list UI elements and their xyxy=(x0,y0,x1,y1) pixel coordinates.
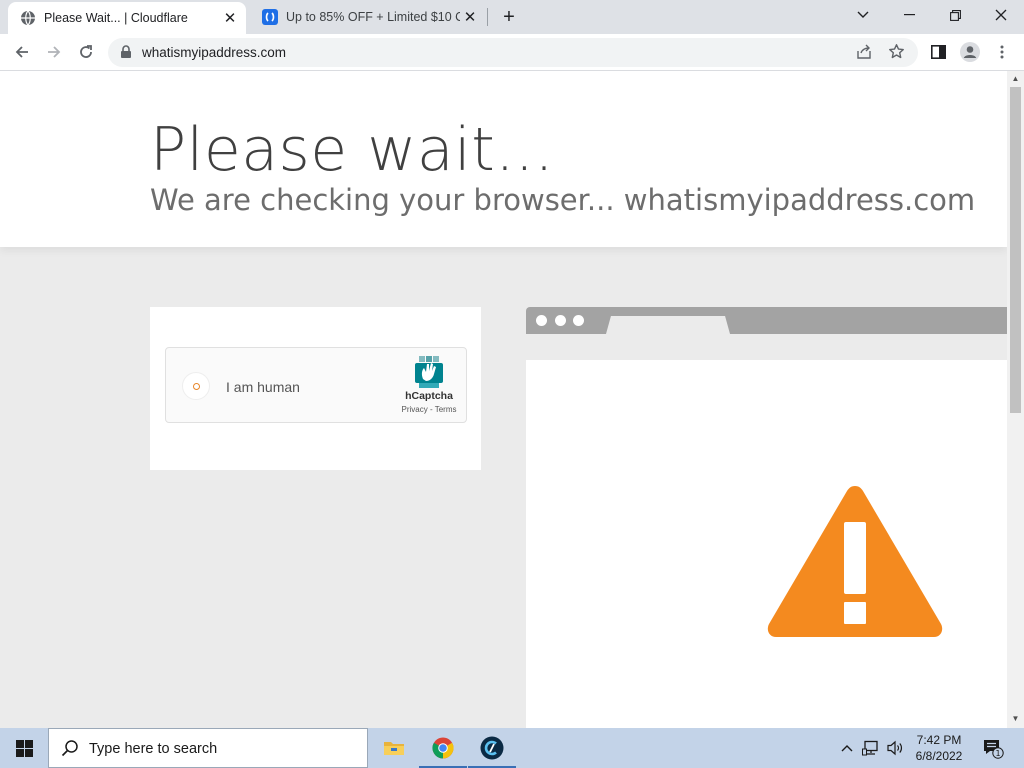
loading-ring-icon xyxy=(192,382,200,390)
illustration-dot xyxy=(536,315,547,326)
browser-toolbar: whatismyipaddress.com xyxy=(0,34,1024,71)
network-icon xyxy=(862,740,878,756)
captcha-label[interactable]: I am human xyxy=(226,379,300,395)
taskbar-search-box[interactable]: Type here to search xyxy=(48,728,368,768)
chrome-icon xyxy=(432,737,454,759)
hcaptcha-widget[interactable]: I am human hCaptcha Privacy - Terms xyxy=(165,347,467,423)
side-panel-button[interactable] xyxy=(924,38,952,66)
bookmark-star-icon[interactable] xyxy=(888,43,905,60)
clock-date: 6/8/2022 xyxy=(915,749,963,763)
folder-icon xyxy=(384,742,404,755)
browser-illustration xyxy=(526,307,1007,728)
illustration-toolbar xyxy=(526,334,1007,360)
windows-logo-icon xyxy=(15,739,33,757)
illustration-dot xyxy=(573,315,584,326)
hcaptcha-brand: hCaptcha xyxy=(405,390,453,402)
scroll-up-arrow-icon[interactable]: ▲ xyxy=(1011,74,1020,83)
chrome-taskbar-button[interactable] xyxy=(419,728,467,768)
volume-button[interactable] xyxy=(884,728,906,768)
share-icon[interactable] xyxy=(856,44,872,60)
illustration-dot xyxy=(555,315,566,326)
page-subtitle: We are checking your browser... whatismy… xyxy=(150,183,976,217)
captcha-card: I am human hCaptcha Privacy - Terms xyxy=(150,307,481,470)
profile-avatar-icon xyxy=(960,42,980,62)
chevron-up-icon xyxy=(841,745,853,752)
address-bar[interactable]: whatismyipaddress.com xyxy=(108,38,918,67)
close-window-button[interactable] xyxy=(978,0,1024,30)
lock-icon[interactable] xyxy=(120,45,132,59)
page-scrollbar[interactable]: ▲ ▼ xyxy=(1007,71,1024,728)
tab-strip: Please Wait... | Cloudflare ✕ Up to 85% … xyxy=(0,0,1024,34)
warning-triangle-icon xyxy=(767,486,943,637)
file-explorer-button[interactable] xyxy=(370,728,418,768)
hcaptcha-logo-icon[interactable] xyxy=(412,356,446,388)
globe-icon xyxy=(21,10,35,26)
forward-arrow-icon xyxy=(48,46,61,58)
url-text[interactable]: whatismyipaddress.com xyxy=(142,45,286,60)
tab-title: Up to 85% OFF + Limited $10 Co xyxy=(286,10,460,24)
scroll-down-arrow-icon[interactable]: ▼ xyxy=(1011,714,1020,723)
search-placeholder[interactable]: Type here to search xyxy=(89,741,217,757)
captcha-checkbox[interactable] xyxy=(182,372,210,400)
profile-button[interactable] xyxy=(956,38,984,66)
network-button[interactable] xyxy=(860,728,882,768)
start-button[interactable] xyxy=(0,728,48,768)
show-hidden-icons-button[interactable] xyxy=(837,728,857,768)
tab-promo[interactable]: Up to 85% OFF + Limited $10 Co ✕ xyxy=(250,0,486,34)
close-tab-icon[interactable]: ✕ xyxy=(460,7,480,27)
site-favicon-icon xyxy=(262,9,278,25)
page-header: Please wait... We are checking your brow… xyxy=(0,71,1007,247)
close-tab-icon[interactable]: ✕ xyxy=(220,8,240,28)
restore-button[interactable] xyxy=(932,0,978,30)
back-button[interactable] xyxy=(8,38,36,66)
ccleaner-taskbar-button[interactable] xyxy=(468,728,516,768)
action-center-button[interactable]: 1 xyxy=(978,728,1008,768)
illustration-body xyxy=(526,360,1007,728)
tab-cloudflare[interactable]: Please Wait... | Cloudflare ✕ xyxy=(8,2,246,34)
notification-icon: 1 xyxy=(984,740,1004,759)
captcha-privacy-terms-links[interactable]: Privacy - Terms xyxy=(394,405,464,414)
side-panel-icon xyxy=(930,45,946,59)
tab-separator xyxy=(487,8,488,26)
reload-button[interactable] xyxy=(72,38,100,66)
ccleaner-icon xyxy=(480,736,504,760)
clock-time: 7:42 PM xyxy=(916,733,962,747)
reload-icon xyxy=(80,45,92,58)
kebab-menu-icon xyxy=(1000,45,1004,59)
page-title: Please wait... xyxy=(150,115,555,185)
tab-search-chevron-icon[interactable] xyxy=(840,0,886,30)
windows-taskbar: Type here to search 7:42 PM 6/8/2022 1 xyxy=(0,728,1024,768)
illustration-titlebar xyxy=(526,307,1007,334)
new-tab-button[interactable]: + xyxy=(497,6,521,28)
scrollbar-thumb[interactable] xyxy=(1010,87,1021,413)
page-viewport: Please wait... We are checking your brow… xyxy=(0,71,1007,728)
search-icon xyxy=(61,740,78,757)
back-arrow-icon xyxy=(15,46,28,58)
speaker-icon xyxy=(887,740,903,756)
notification-count: 1 xyxy=(995,749,1000,758)
minimize-button[interactable] xyxy=(886,0,932,30)
forward-button[interactable] xyxy=(40,38,68,66)
taskbar-clock[interactable]: 7:42 PM 6/8/2022 xyxy=(904,732,974,764)
illustration-tab xyxy=(606,316,730,334)
menu-button[interactable] xyxy=(988,38,1016,66)
tab-title: Please Wait... | Cloudflare xyxy=(44,11,188,25)
